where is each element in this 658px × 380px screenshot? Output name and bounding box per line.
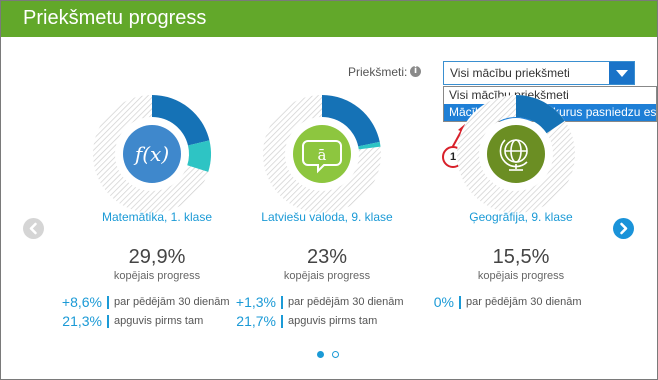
total-progress-value: 29,9% [128, 246, 186, 268]
widget-header: Priekšmetu progress [1, 1, 657, 37]
recent-progress-value: 0% [433, 294, 454, 310]
progress-ring [457, 95, 575, 213]
carousel-prev-button[interactable] [23, 218, 44, 239]
total-progress-label: kopējais progress [477, 270, 565, 282]
chevron-left-icon [29, 222, 37, 235]
subject-icon-bg [487, 125, 545, 183]
recent-progress-label: par pēdējām 30 dienām [288, 296, 404, 308]
total-progress-value: 15,5% [492, 246, 550, 268]
subject-name-link[interactable]: Latviešu valoda, 9. klase [242, 210, 412, 224]
stat-divider [107, 315, 109, 328]
subjects-select-value: Visi mācību priekšmeti [450, 66, 570, 80]
progress-ring: f(x) [93, 95, 211, 213]
stat-divider [281, 296, 283, 309]
prior-progress-label: apguvis pirms tam [288, 315, 378, 327]
subject-card-latvian: ā Latviešu valoda, 9. klase 23% kopējais… [236, 94, 412, 334]
recent-progress-label: par pēdējām 30 dienām [114, 296, 230, 308]
svg-text:ā: ā [318, 146, 327, 164]
total-progress-label: kopējais progress [283, 270, 371, 282]
progress-ring: ā [263, 95, 381, 213]
prior-progress-label: apguvis pirms tam [114, 315, 204, 327]
carousel-page-dot-1[interactable] [317, 351, 324, 358]
stat-row-prior: 21,3% apguvis pirms tam [58, 313, 248, 329]
stat-row-recent: 0% par pēdējām 30 dienām [428, 294, 618, 310]
function-icon: f(x) [133, 142, 169, 166]
carousel-next-button[interactable] [613, 218, 634, 239]
carousel-page-dot-2[interactable] [332, 351, 339, 358]
subject-card-math: f(x) Matemātika, 1. klase 29,9% kopējais… [62, 94, 242, 334]
prior-progress-value: 21,3% [62, 313, 102, 329]
recent-progress-value: +1,3% [235, 294, 276, 310]
subject-name-link[interactable]: Matemātika, 1. klase [72, 210, 242, 224]
recent-progress-label: par pēdējām 30 dienām [466, 296, 582, 308]
stat-row-recent: +8,6% par pēdējām 30 dienām [58, 294, 248, 310]
stat-divider [107, 296, 109, 309]
chevron-right-icon [620, 222, 628, 235]
total-progress-value: 23% [306, 246, 348, 268]
stat-divider [459, 296, 461, 309]
widget-title: Priekšmetu progress [23, 7, 207, 29]
subject-name-link[interactable]: Ģeogrāfija, 9. klase [436, 210, 606, 224]
stat-row-recent: +1,3% par pēdējām 30 dienām [234, 294, 424, 310]
subject-card-geography: Ģeogrāfija, 9. klase 15,5% kopējais prog… [434, 94, 606, 334]
subjects-filter-label: Priekšmeti: [348, 65, 408, 79]
subjects-select[interactable]: Visi mācību priekšmeti [443, 61, 635, 85]
stat-divider [281, 315, 283, 328]
chevron-down-icon[interactable] [609, 62, 634, 84]
recent-progress-value: +8,6% [61, 294, 102, 310]
total-progress-label: kopējais progress [113, 270, 201, 282]
prior-progress-value: 21,7% [236, 313, 276, 329]
info-icon[interactable]: i [410, 66, 421, 77]
stat-row-prior: 21,7% apguvis pirms tam [234, 313, 424, 329]
